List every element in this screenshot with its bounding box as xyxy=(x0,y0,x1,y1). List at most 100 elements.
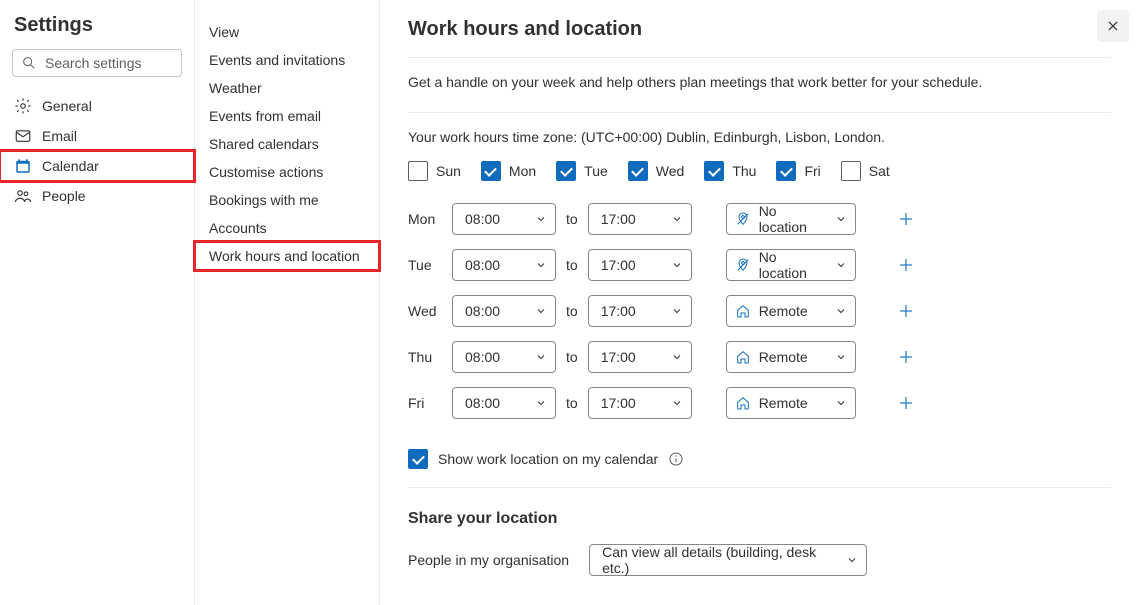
divider xyxy=(408,487,1111,488)
chevron-down-icon xyxy=(535,259,547,271)
day-label: Sun xyxy=(436,163,461,179)
to-label: to xyxy=(566,211,578,227)
day-mon: Mon xyxy=(481,161,536,181)
sub-nav: View Events and invitations Weather Even… xyxy=(195,0,380,605)
schedule-day-label: Mon xyxy=(408,211,442,227)
share-value: Can view all details (building, desk etc… xyxy=(602,544,846,576)
nav-item-general[interactable]: General xyxy=(0,91,194,121)
subnav-work-hours[interactable]: Work hours and location xyxy=(195,242,379,270)
subnav-bookings[interactable]: Bookings with me xyxy=(195,186,379,214)
schedule-day-label: Fri xyxy=(408,395,442,411)
start-time-select[interactable]: 08:00 xyxy=(452,341,556,373)
show-location-checkbox[interactable] xyxy=(408,449,428,469)
nav-item-email[interactable]: Email xyxy=(0,121,194,151)
day-checkbox-tue[interactable] xyxy=(556,161,576,181)
subnav-weather[interactable]: Weather xyxy=(195,74,379,102)
location-select[interactable]: Remote xyxy=(726,295,856,327)
chevron-down-icon xyxy=(835,259,847,271)
to-label: to xyxy=(566,349,578,365)
subnav-customise-actions[interactable]: Customise actions xyxy=(195,158,379,186)
location-select[interactable]: No location xyxy=(726,249,856,281)
day-wed: Wed xyxy=(628,161,685,181)
day-sat: Sat xyxy=(841,161,890,181)
location-value: No location xyxy=(759,249,827,281)
location-value: Remote xyxy=(759,303,827,319)
search-input[interactable]: Search settings xyxy=(12,49,182,77)
gear-icon xyxy=(14,97,32,115)
info-icon[interactable] xyxy=(668,451,684,467)
mail-icon xyxy=(14,127,32,145)
nav-label: General xyxy=(42,98,92,114)
subnav-shared-calendars[interactable]: Shared calendars xyxy=(195,130,379,158)
schedule-day-label: Wed xyxy=(408,303,442,319)
add-time-button[interactable] xyxy=(890,341,922,373)
content-description: Get a handle on your week and help other… xyxy=(408,74,1111,90)
divider xyxy=(408,57,1111,58)
subnav-view[interactable]: View xyxy=(195,18,379,46)
end-time-value: 17:00 xyxy=(601,349,636,365)
share-heading: Share your location xyxy=(408,510,1111,528)
chevron-down-icon xyxy=(835,305,847,317)
subnav-events-invitations[interactable]: Events and invitations xyxy=(195,46,379,74)
end-time-select[interactable]: 17:00 xyxy=(588,203,692,235)
location-value: Remote xyxy=(759,395,827,411)
share-label: People in my organisation xyxy=(408,552,569,568)
add-time-button[interactable] xyxy=(890,387,922,419)
location-select[interactable]: No location xyxy=(726,203,856,235)
subnav-accounts[interactable]: Accounts xyxy=(195,214,379,242)
share-select[interactable]: Can view all details (building, desk etc… xyxy=(589,544,867,576)
plus-icon xyxy=(897,348,915,366)
chevron-down-icon xyxy=(835,213,847,225)
add-time-button[interactable] xyxy=(890,203,922,235)
start-time-select[interactable]: 08:00 xyxy=(452,203,556,235)
day-checkbox-sun[interactable] xyxy=(408,161,428,181)
day-checkbox-fri[interactable] xyxy=(776,161,796,181)
end-time-select[interactable]: 17:00 xyxy=(588,387,692,419)
to-label: to xyxy=(566,303,578,319)
close-icon xyxy=(1106,19,1120,33)
start-time-select[interactable]: 08:00 xyxy=(452,387,556,419)
end-time-value: 17:00 xyxy=(601,303,636,319)
chevron-down-icon xyxy=(671,213,683,225)
show-location-row: Show work location on my calendar xyxy=(408,449,1111,469)
chevron-down-icon xyxy=(535,213,547,225)
no-location-icon xyxy=(735,257,751,273)
location-select[interactable]: Remote xyxy=(726,387,856,419)
schedule-day-label: Thu xyxy=(408,349,442,365)
home-icon xyxy=(735,349,751,365)
content-title: Work hours and location xyxy=(408,18,1111,41)
day-thu: Thu xyxy=(704,161,756,181)
start-time-select[interactable]: 08:00 xyxy=(452,295,556,327)
search-placeholder: Search settings xyxy=(45,55,142,71)
divider xyxy=(408,112,1111,113)
no-location-icon xyxy=(735,211,751,227)
nav-item-calendar[interactable]: Calendar xyxy=(0,151,194,181)
end-time-select[interactable]: 17:00 xyxy=(588,249,692,281)
location-select[interactable]: Remote xyxy=(726,341,856,373)
end-time-select[interactable]: 17:00 xyxy=(588,341,692,373)
start-time-value: 08:00 xyxy=(465,349,500,365)
chevron-down-icon xyxy=(846,554,858,566)
close-button[interactable] xyxy=(1097,10,1129,42)
share-row: People in my organisation Can view all d… xyxy=(408,544,1111,576)
day-checkbox-mon[interactable] xyxy=(481,161,501,181)
plus-icon xyxy=(897,256,915,274)
calendar-icon xyxy=(14,157,32,175)
day-checkbox-sat[interactable] xyxy=(841,161,861,181)
end-time-select[interactable]: 17:00 xyxy=(588,295,692,327)
add-time-button[interactable] xyxy=(890,249,922,281)
day-checkbox-thu[interactable] xyxy=(704,161,724,181)
nav-item-people[interactable]: People xyxy=(0,181,194,211)
nav-label: People xyxy=(42,188,86,204)
day-checkbox-wed[interactable] xyxy=(628,161,648,181)
location-value: No location xyxy=(759,203,827,235)
schedule-row-wed: Wed 08:00 to 17:00 Remote xyxy=(408,295,1111,327)
add-time-button[interactable] xyxy=(890,295,922,327)
start-time-value: 08:00 xyxy=(465,257,500,273)
start-time-select[interactable]: 08:00 xyxy=(452,249,556,281)
schedule-row-fri: Fri08:00to17:00Remote xyxy=(408,387,1111,419)
schedule-day-label: Tue xyxy=(408,257,442,273)
schedule-row-mon: Mon 08:00 to 17:00 No location xyxy=(408,203,1111,235)
subnav-events-email[interactable]: Events from email xyxy=(195,102,379,130)
start-time-value: 08:00 xyxy=(465,303,500,319)
